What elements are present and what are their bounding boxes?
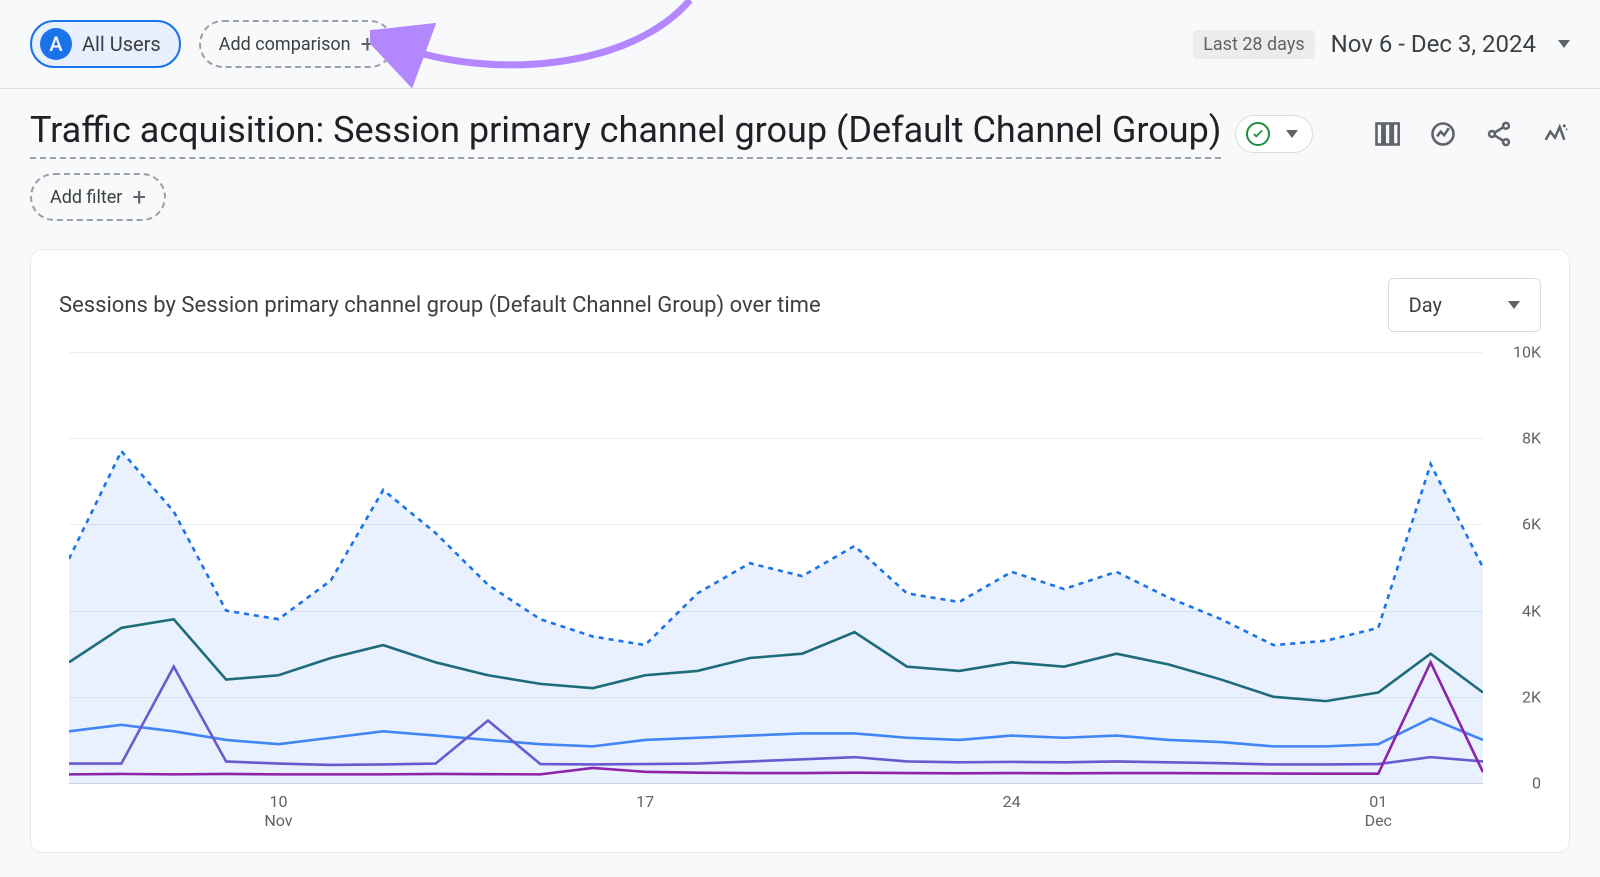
check-circle-icon <box>1246 122 1270 146</box>
share-icon[interactable] <box>1484 119 1514 149</box>
plus-icon: + <box>361 32 375 56</box>
chevron-down-icon <box>1286 130 1298 138</box>
plus-icon: + <box>132 185 146 209</box>
date-range-picker[interactable]: Last 28 days Nov 6 - Dec 3, 2024 <box>1193 30 1570 59</box>
add-filter-button[interactable]: Add filter + <box>30 173 166 221</box>
chevron-down-icon <box>1558 40 1570 48</box>
granularity-select[interactable]: Day <box>1388 278 1541 332</box>
add-comparison-button[interactable]: Add comparison + <box>199 20 394 68</box>
add-comparison-label: Add comparison <box>219 34 351 55</box>
explore-sparkle-icon[interactable] <box>1540 119 1570 149</box>
chart-card: Sessions by Session primary channel grou… <box>30 249 1570 853</box>
add-filter-label: Add filter <box>50 187 122 208</box>
granularity-value: Day <box>1409 293 1442 317</box>
report-status-button[interactable] <box>1235 115 1313 153</box>
chart-caption: Sessions by Session primary channel grou… <box>59 293 821 318</box>
date-range-value: Nov 6 - Dec 3, 2024 <box>1331 30 1536 58</box>
date-range-preset: Last 28 days <box>1193 30 1314 59</box>
segment-all-users[interactable]: A All Users <box>30 20 181 68</box>
page-title: Traffic acquisition: Session primary cha… <box>30 109 1221 159</box>
insights-icon[interactable] <box>1428 119 1458 149</box>
customize-columns-icon[interactable] <box>1372 119 1402 149</box>
segment-letter-badge: A <box>40 28 72 60</box>
line-chart[interactable]: 02K4K6K8K10K 10Nov172401Dec <box>59 352 1541 842</box>
segment-label: All Users <box>82 32 161 56</box>
chevron-down-icon <box>1508 301 1520 309</box>
